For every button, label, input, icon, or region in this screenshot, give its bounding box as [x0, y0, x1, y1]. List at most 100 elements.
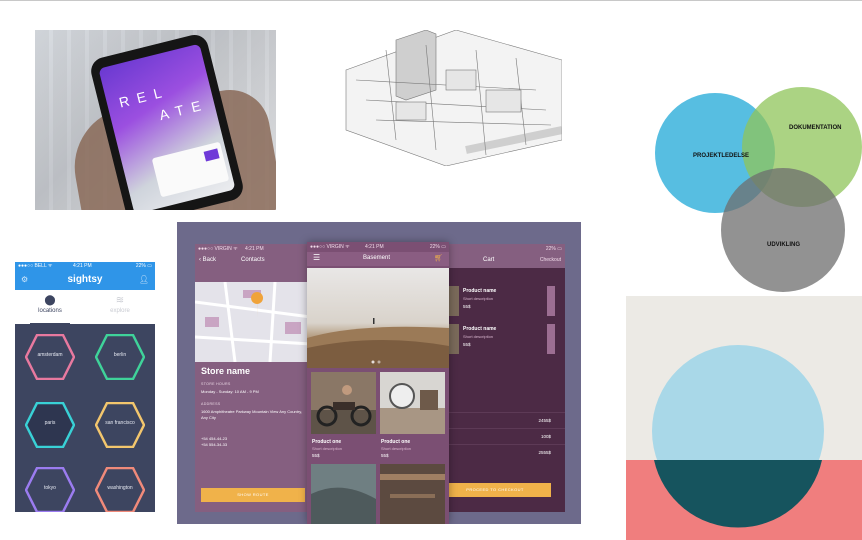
product-image[interactable] [380, 372, 445, 434]
relate-text-2: ATE [157, 95, 211, 124]
phone-photo: REL ATE [35, 30, 276, 210]
address-value: 1600 Amphitheatre Parkway Mountain View … [201, 409, 303, 420]
product-image[interactable] [311, 372, 376, 434]
total-value: 2455$ [538, 418, 551, 423]
cart-item[interactable]: Product name Short description 55$ [445, 324, 557, 364]
map-svg [195, 282, 311, 362]
store-name: Store name [201, 366, 251, 376]
product-image[interactable] [380, 464, 445, 524]
status-carrier: ●●●○○ BELL ᯤ [18, 263, 53, 269]
venn-label-dokumentation: DOKUMENTATION [789, 125, 841, 131]
checkout-link[interactable]: Checkout [540, 257, 561, 263]
status-bar: ●●●○○ VIRGIN ᯤ 4:21 PM 22% ▭ [307, 242, 449, 252]
quantity-stepper[interactable] [547, 324, 555, 354]
layers-icon: ≋ [115, 295, 125, 306]
venn-diagram: PROJEKTLEDELSE DOKUMENTATION UDVIKLING [655, 85, 862, 295]
city-paris[interactable]: paris [24, 401, 76, 449]
status-bar: ●●●○○ VIRGIN ᯤ 4:21 PM [195, 244, 311, 254]
tab-explore[interactable]: ≋ explore [85, 290, 155, 324]
product-name: Product one [381, 439, 411, 445]
product-price: 55$ [312, 453, 320, 458]
restaurant-photo [380, 464, 445, 524]
status-battery: 22% ▭ [429, 244, 446, 250]
product-name: Product name [463, 326, 497, 332]
city-washington[interactable]: washington [94, 466, 146, 512]
total-row: 2455$ [439, 412, 565, 429]
nav-bar: ‹ Back Contacts [195, 254, 311, 268]
phone-1[interactable]: +54 454-44-23 [201, 436, 305, 442]
circle-graphic-svg [626, 296, 862, 540]
top-divider [0, 0, 862, 1]
app-title: sightsy [67, 274, 103, 285]
tab-locations-label: locations [38, 308, 62, 314]
venn-label-projektledelse: PROJEKTLEDELSE [693, 153, 749, 159]
status-carrier: ●●●○○ VIRGIN ᯤ [198, 246, 238, 252]
app-mockup-panel: ●●●○○ VIRGIN ᯤ 4:21 PM ‹ Back Contacts S… [177, 222, 581, 524]
product-name: Product name [463, 288, 497, 294]
circle-graphic [626, 296, 862, 540]
product-description: Short description [463, 334, 494, 339]
tab-locations[interactable]: ⬤ locations [15, 290, 85, 324]
screen-title: Basement [363, 255, 391, 261]
screen-title: Contacts [241, 257, 265, 263]
city-label: washington [107, 485, 133, 491]
building-sketch-svg [345, 30, 562, 166]
product-description: Short description [381, 446, 412, 451]
venn-circle-udvikling [721, 168, 845, 292]
city-label: tokyo [44, 485, 56, 491]
proceed-to-checkout-button[interactable]: PROCEED TO CHECKOUT [439, 483, 551, 497]
map[interactable] [195, 282, 311, 362]
basement-screen: ●●●○○ VIRGIN ᯤ 4:21 PM 22% ▭ ☰ Basement … [307, 242, 449, 524]
city-amsterdam[interactable]: amsterdam [24, 333, 76, 381]
status-time: 4:21 PM [245, 246, 264, 252]
product-image[interactable] [311, 464, 376, 524]
city-label: amsterdam [37, 352, 63, 358]
hours-label: STORE HOURS [201, 382, 231, 386]
total-row: 2555$ [439, 444, 565, 461]
cart-icon[interactable]: 🛒︎ [434, 254, 443, 262]
product-name: Product one [312, 439, 342, 445]
quantity-stepper[interactable] [547, 286, 555, 316]
city-label: berlin [113, 352, 127, 358]
back-button[interactable]: ‹ Back [199, 257, 216, 263]
ocean-photo [311, 464, 376, 524]
isometric-building-sketch [336, 30, 562, 166]
screen-title: Cart [483, 257, 495, 263]
city-label: paris [44, 420, 56, 426]
sightsy-app: ●●●○○ BELL ᯤ 4:21 PM 22% ▭ ⚙ sightsy 👤︎ … [15, 262, 155, 512]
nav-bar: 22% ▭ Cart Checkout [439, 244, 565, 268]
workspace-photo [380, 372, 445, 434]
app-header: ⚙ sightsy 👤︎ [15, 270, 155, 290]
status-bar: ●●●○○ BELL ᯤ 4:21 PM 22% ▭ [15, 262, 155, 270]
hero-image [307, 268, 449, 368]
phone-2[interactable]: +54 554-34-33 [201, 442, 305, 448]
status-battery: 22% ▭ [135, 263, 152, 269]
total-value: 2555$ [538, 450, 551, 455]
nav-bar: ☰ Basement 🛒︎ [307, 252, 449, 266]
venn-svg: PROJEKTLEDELSE DOKUMENTATION UDVIKLING [655, 87, 862, 292]
product-description: Short description [463, 296, 494, 301]
status-time: 4:21 PM [365, 244, 384, 250]
cart-screen: 22% ▭ Cart Checkout Product name Short d… [439, 244, 565, 512]
product-price: 55$ [463, 304, 471, 309]
user-icon[interactable]: 👤︎ [139, 275, 149, 284]
tab-bar: ⬤ locations ≋ explore [15, 290, 155, 324]
show-route-button[interactable]: SHOW ROUTE [201, 488, 305, 502]
city-san-francisco[interactable]: san francisco [94, 401, 146, 449]
desert-photo [307, 318, 449, 368]
product-price: 55$ [381, 453, 389, 458]
cart-item[interactable]: Product name Short description 55$ [445, 286, 557, 326]
hours-value: Monday - Sunday: 10 AM - 9 PM [201, 389, 259, 394]
status-battery: 22% ▭ [545, 246, 562, 252]
status-time: 4:21 PM [73, 263, 92, 269]
tab-explore-label: explore [110, 308, 130, 314]
contacts-screen: ●●●○○ VIRGIN ᯤ 4:21 PM ‹ Back Contacts S… [195, 244, 311, 512]
total-value: 100$ [540, 434, 551, 439]
city-tokyo[interactable]: tokyo [24, 466, 76, 512]
product-price: 55$ [463, 342, 471, 347]
total-row: 100$ [439, 428, 565, 445]
motorcycle-photo [311, 372, 376, 434]
city-berlin[interactable]: berlin [94, 333, 146, 381]
pin-icon: ⬤ [44, 295, 56, 306]
menu-icon[interactable]: ☰ [313, 253, 320, 262]
